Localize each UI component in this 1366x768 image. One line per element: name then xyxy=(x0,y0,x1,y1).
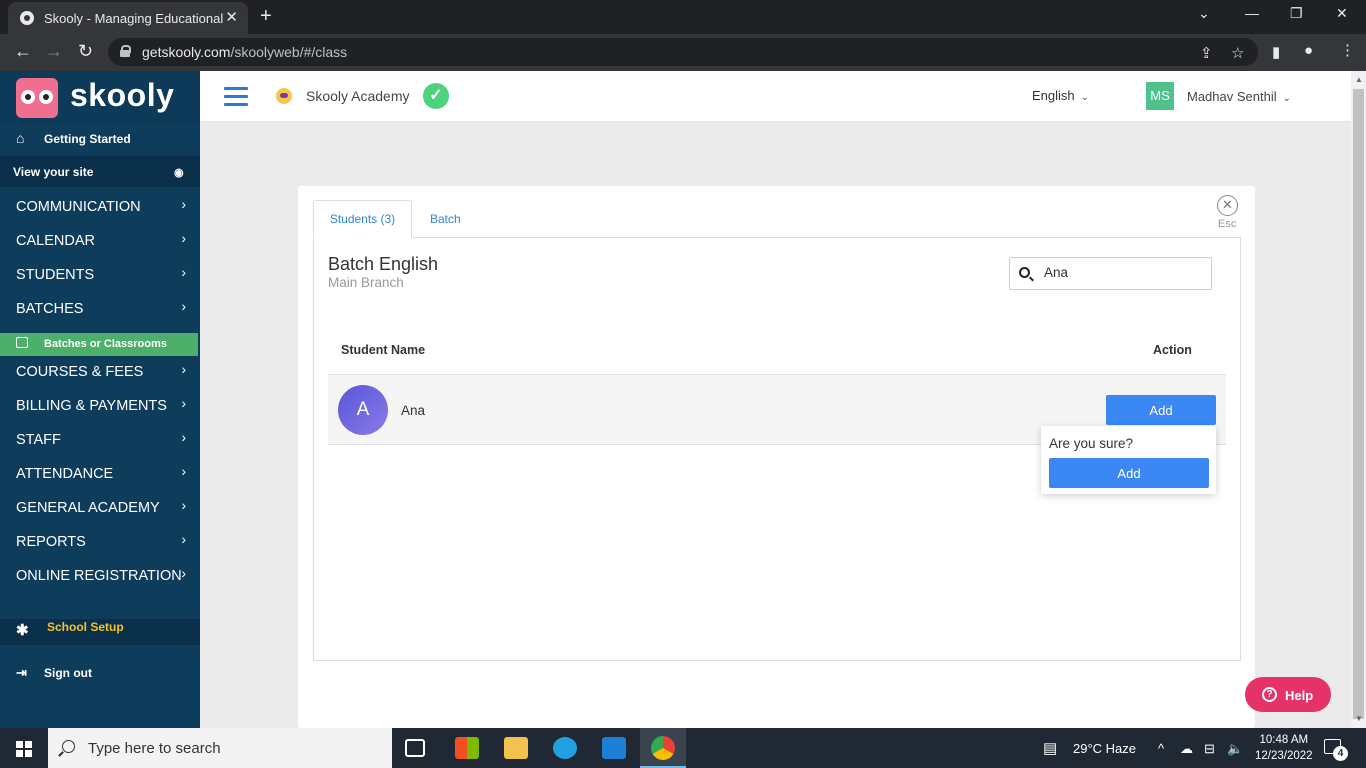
store-icon[interactable] xyxy=(455,737,479,759)
weather-icon: ▤ xyxy=(1043,740,1058,757)
url-domain: getskooly.com xyxy=(142,44,231,60)
column-header-action: Action xyxy=(1153,343,1192,357)
profile-icon[interactable]: ● xyxy=(1304,42,1313,59)
brand-name: skooly xyxy=(70,77,175,113)
confirm-question: Are you sure? xyxy=(1049,436,1134,451)
esc-label: Esc xyxy=(1218,218,1237,230)
user-avatar[interactable]: MS xyxy=(1146,82,1174,110)
sign-out-icon: ⇥ xyxy=(16,665,27,680)
forward-icon[interactable]: → xyxy=(45,41,63,62)
search-input[interactable] xyxy=(1044,265,1204,280)
edge-icon[interactable] xyxy=(553,737,577,759)
gear-icon: ✱ xyxy=(16,622,29,639)
confirm-popover: Are you sure? Add xyxy=(1041,426,1216,494)
batch-branch: Main Branch xyxy=(328,275,404,290)
chevron-right-icon: › xyxy=(181,196,186,212)
windows-taskbar: Type here to search ▤ 29°C Haze ^ ☁ ⊟ 🔈 … xyxy=(0,728,1366,768)
browser-menu-icon[interactable]: ⋮ xyxy=(1340,41,1355,59)
classroom-icon xyxy=(16,337,28,348)
sidebar-item-view-site[interactable]: View your site ◉ xyxy=(0,156,200,187)
chevron-right-icon: › xyxy=(181,264,186,280)
student-avatar: A xyxy=(338,385,388,435)
question-icon: ? xyxy=(1262,687,1277,702)
user-menu-dropdown[interactable]: Madhav Senthil ⌄ xyxy=(1187,89,1291,104)
scrollbar-thumb[interactable] xyxy=(1353,89,1364,719)
chevron-right-icon: › xyxy=(181,395,186,411)
tab-students[interactable]: Students (3) xyxy=(313,200,412,238)
url-path: /skoolyweb/#/class xyxy=(230,44,348,60)
notification-count-badge: 4 xyxy=(1333,746,1348,761)
add-student-button[interactable]: Add xyxy=(1106,395,1216,425)
page-scrollbar[interactable]: ▲ ▼ xyxy=(1351,71,1366,728)
owl-logo-icon xyxy=(16,78,58,118)
share-icon[interactable]: ⇪ xyxy=(1200,44,1213,62)
site-favicon-icon xyxy=(20,11,34,25)
search-icon xyxy=(1019,267,1030,278)
help-button[interactable]: ? Help xyxy=(1245,677,1331,712)
address-bar-row: ← → ↻ getskooly.com/skoolyweb/#/class ⇪ … xyxy=(0,34,1366,71)
eye-icon: ◉ xyxy=(174,167,184,179)
new-tab-icon[interactable]: + xyxy=(260,5,272,28)
batch-students-modal: ✕ Esc Students (3) Batch Batch English M… xyxy=(298,186,1255,728)
window-close-icon[interactable]: ✕ xyxy=(1336,5,1348,22)
academy-logo-icon xyxy=(276,88,292,104)
tab-batch[interactable]: Batch xyxy=(430,212,461,226)
volume-muted-icon[interactable]: 🔈 xyxy=(1227,741,1243,757)
weather-text[interactable]: 29°C Haze xyxy=(1073,741,1136,756)
sidebar-item-school-setup[interactable]: ✱ School Setup xyxy=(0,619,200,645)
taskbar-search[interactable]: Type here to search xyxy=(48,728,392,768)
bookmark-star-icon[interactable]: ☆ xyxy=(1231,44,1244,62)
chevron-down-icon: ⌄ xyxy=(1080,92,1090,103)
chevron-right-icon: › xyxy=(181,298,186,314)
browser-tab-strip: Skooly - Managing Educational J ✕ + ⌄ — … xyxy=(0,0,1366,34)
windows-start-icon[interactable] xyxy=(16,741,32,757)
chrome-taskbar-button[interactable] xyxy=(640,728,686,768)
chevron-right-icon: › xyxy=(181,429,186,445)
lock-icon xyxy=(120,45,131,57)
scroll-down-arrow-icon[interactable]: ▼ xyxy=(1355,714,1363,723)
column-header-student-name: Student Name xyxy=(341,343,426,357)
student-name: Ana xyxy=(401,403,426,418)
task-view-icon[interactable] xyxy=(405,739,425,757)
chevron-right-icon: › xyxy=(181,230,186,246)
student-search[interactable] xyxy=(1009,257,1212,290)
verified-check-icon: ✓ xyxy=(423,83,449,109)
confirm-add-button[interactable]: Add xyxy=(1049,458,1209,488)
chrome-icon xyxy=(651,736,675,760)
mail-icon[interactable] xyxy=(602,737,626,759)
academy-name: Skooly Academy xyxy=(306,88,410,104)
browser-tab[interactable]: Skooly - Managing Educational J ✕ xyxy=(8,2,248,34)
chevron-right-icon: › xyxy=(181,463,186,479)
modal-close-icon[interactable]: ✕ xyxy=(1217,195,1238,216)
url-field[interactable]: getskooly.com/skoolyweb/#/class ⇪ ☆ xyxy=(108,38,1258,66)
chevron-right-icon: › xyxy=(181,565,186,581)
sidebar-subitem-batches-or-classrooms[interactable]: Batches or Classrooms xyxy=(0,333,198,356)
show-hidden-icons-icon[interactable]: ^ xyxy=(1158,741,1164,756)
chevron-right-icon: › xyxy=(181,361,186,377)
restore-icon[interactable]: ❐ xyxy=(1290,5,1303,22)
chevron-down-icon: ⌄ xyxy=(1282,93,1292,104)
home-icon: ⌂ xyxy=(16,130,25,146)
back-icon[interactable]: ← xyxy=(14,41,32,62)
search-icon xyxy=(62,740,75,753)
top-header: Skooly Academy ✓ English ⌄ MS Madhav Sent… xyxy=(200,71,1351,122)
tab-title: Skooly - Managing Educational J xyxy=(44,11,224,26)
language-dropdown[interactable]: English ⌄ xyxy=(1032,88,1089,103)
file-explorer-icon[interactable] xyxy=(504,737,528,759)
brand-bar[interactable]: skooly xyxy=(0,71,200,123)
side-panel-icon[interactable]: ▮ xyxy=(1272,43,1280,61)
network-icon[interactable]: ⊟ xyxy=(1204,741,1215,757)
sidebar: skooly ⌂ Getting Started View your site … xyxy=(0,71,200,728)
tab-search-chevron-icon[interactable]: ⌄ xyxy=(1198,5,1210,22)
clock[interactable]: 10:48 AM 12/23/2022 xyxy=(1255,732,1313,764)
scroll-up-arrow-icon[interactable]: ▲ xyxy=(1355,75,1363,84)
hamburger-menu-icon[interactable] xyxy=(224,85,248,107)
reload-icon[interactable]: ↻ xyxy=(78,41,93,62)
chevron-right-icon: › xyxy=(181,497,186,513)
chevron-right-icon: › xyxy=(181,531,186,547)
batch-title: Batch English xyxy=(328,254,439,274)
minimize-icon[interactable]: — xyxy=(1245,5,1259,21)
tab-close-icon[interactable]: ✕ xyxy=(225,8,238,26)
onedrive-icon[interactable]: ☁ xyxy=(1180,741,1193,757)
